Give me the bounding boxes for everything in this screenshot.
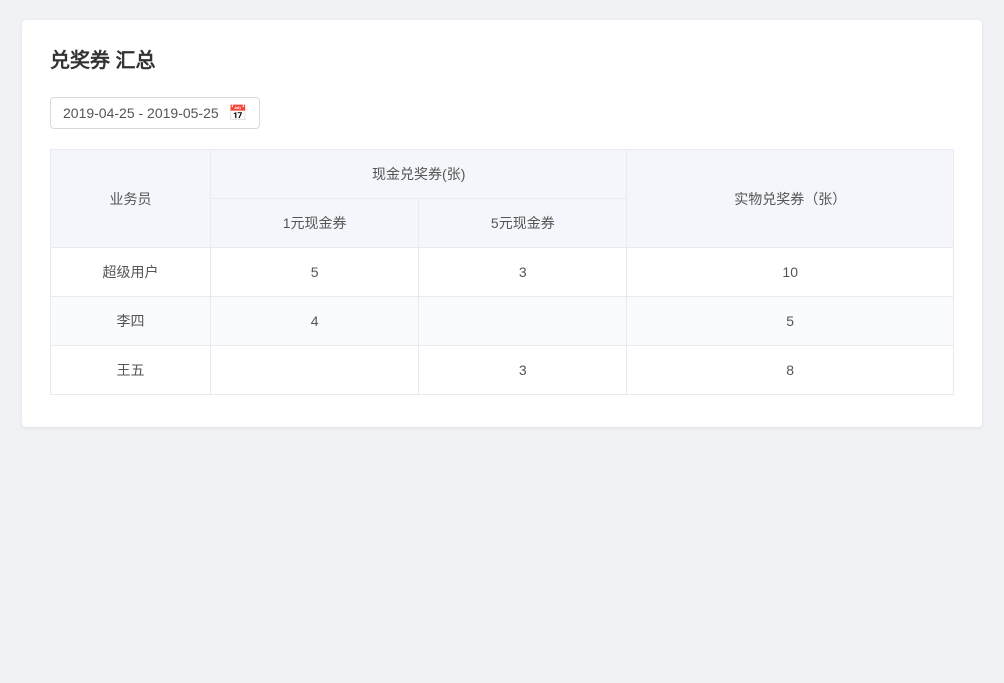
cell-cash5: 3 <box>419 346 627 395</box>
table-row: 王五 38 <box>51 346 954 395</box>
header-physical-coupons: 实物兑奖券（张） <box>627 150 954 248</box>
header-agent: 业务员 <box>51 150 211 248</box>
cell-cash1 <box>211 346 419 395</box>
cell-agent: 超级用户 <box>51 248 211 297</box>
cell-cash1: 4 <box>211 297 419 346</box>
main-card: 兑奖券 汇总 2019-04-25 - 2019-05-25 📅 业务员 现金兑… <box>22 20 982 427</box>
cell-agent: 李四 <box>51 297 211 346</box>
date-picker-value: 2019-04-25 - 2019-05-25 <box>63 105 219 121</box>
date-picker[interactable]: 2019-04-25 - 2019-05-25 📅 <box>50 97 260 129</box>
cell-physical: 10 <box>627 248 954 297</box>
header-cash-5yuan: 5元现金券 <box>419 199 627 248</box>
coupon-table: 业务员 现金兑奖券(张) 实物兑奖券（张） 1元现金券 5元现金券 超级用户53… <box>50 149 954 395</box>
cell-physical: 5 <box>627 297 954 346</box>
cell-cash1: 5 <box>211 248 419 297</box>
cell-physical: 8 <box>627 346 954 395</box>
page-title: 兑奖券 汇总 <box>50 44 954 73</box>
cell-cash5: 3 <box>419 248 627 297</box>
cell-cash5 <box>419 297 627 346</box>
table-row: 超级用户5310 <box>51 248 954 297</box>
header-cash-1yuan: 1元现金券 <box>211 199 419 248</box>
cell-agent: 王五 <box>51 346 211 395</box>
calendar-icon: 📅 <box>229 104 248 122</box>
header-cash-coupons: 现金兑奖券(张) <box>211 150 627 199</box>
table-row: 李四4 5 <box>51 297 954 346</box>
